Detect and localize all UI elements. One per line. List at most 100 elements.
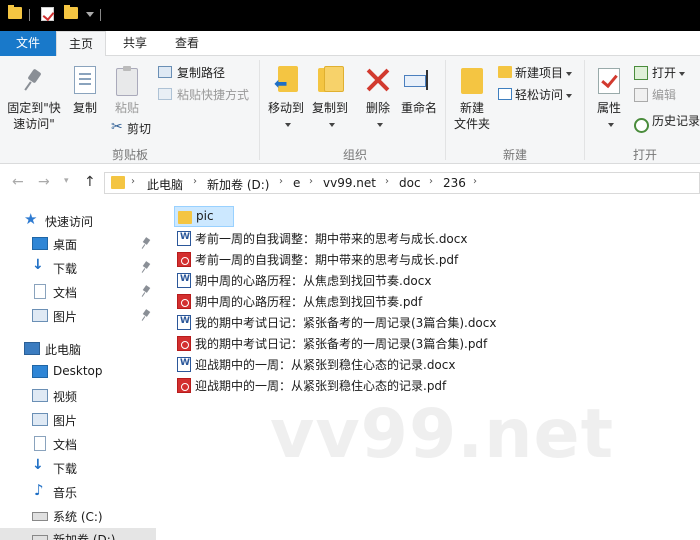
- cut-button[interactable]: 剪切: [127, 120, 151, 137]
- pin-icon[interactable]: [142, 286, 150, 296]
- delete-button[interactable]: 删除: [360, 100, 396, 132]
- computer-icon: [24, 342, 40, 355]
- easy-access-label: 轻松访问: [515, 88, 564, 102]
- tab-view[interactable]: 查看: [162, 31, 212, 56]
- copy-to-button[interactable]: 复制到: [308, 100, 352, 132]
- nav-videos[interactable]: 视频: [0, 385, 156, 407]
- folder-icon: [8, 5, 22, 19]
- nav-label: 文档: [53, 286, 78, 300]
- clipboard-group-label: 剪贴板: [111, 148, 148, 162]
- nav-label: 图片: [53, 414, 78, 428]
- pin-icon[interactable]: [142, 310, 150, 320]
- recent-locations-icon[interactable]: ▾: [64, 176, 69, 186]
- desktop-icon: [32, 237, 48, 250]
- breadcrumb-236[interactable]: 236: [443, 176, 466, 190]
- pin-icon[interactable]: [142, 262, 150, 272]
- copy-to-label: 复制到: [311, 101, 348, 115]
- rename-icon: [404, 68, 432, 92]
- nav-downloads[interactable]: ↓ 下载: [0, 257, 156, 279]
- customize-toolbar-icon[interactable]: [86, 12, 94, 17]
- title-bar: [0, 0, 700, 31]
- back-icon[interactable]: ←: [12, 174, 24, 190]
- nav-documents[interactable]: 文档: [0, 281, 156, 303]
- new-folder-icon[interactable]: [64, 5, 78, 19]
- nav-drive-c[interactable]: 系统 (C:): [0, 505, 156, 527]
- nav-quick-access[interactable]: ★ 快速访问: [0, 210, 156, 232]
- copy-icon: [74, 66, 96, 94]
- new-item-button[interactable]: 新建项目: [515, 64, 573, 81]
- forward-icon[interactable]: →: [38, 174, 50, 190]
- document-icon: [34, 436, 46, 451]
- separator: [584, 60, 585, 160]
- tab-file[interactable]: 文件: [0, 31, 56, 56]
- easy-access-button[interactable]: 轻松访问: [515, 86, 573, 103]
- chevron-right-icon[interactable]: ›: [193, 176, 197, 187]
- tab-home[interactable]: 主页: [56, 31, 106, 57]
- properties-label: 属性: [596, 101, 621, 115]
- open-label: 打开: [652, 66, 677, 80]
- move-to-button[interactable]: 移动到: [264, 100, 308, 132]
- rename-button[interactable]: 重命名: [398, 100, 440, 116]
- chevron-right-icon[interactable]: ›: [473, 176, 477, 187]
- open-button[interactable]: 打开: [652, 64, 686, 81]
- copy-to-icon: [318, 66, 344, 94]
- chevron-right-icon[interactable]: ›: [309, 176, 313, 187]
- history-button[interactable]: 历史记录: [652, 112, 700, 129]
- tab-share[interactable]: 共享: [110, 31, 160, 56]
- copy-path-button[interactable]: 复制路径: [177, 64, 225, 81]
- word-document-icon: [177, 357, 191, 372]
- nav-pictures[interactable]: 图片: [0, 305, 156, 327]
- breadcrumb-doc[interactable]: doc: [399, 176, 421, 190]
- edit-button[interactable]: 编辑: [652, 86, 676, 103]
- new-folder-label-line2: 文件夹: [453, 117, 490, 131]
- nav-drive-d[interactable]: 新加卷 (D:): [0, 528, 156, 540]
- address-row: ← → ▾ ↑ › 此电脑 › 新加卷 (D:) › e › vv99.net …: [0, 164, 700, 200]
- new-item-icon: [498, 66, 512, 78]
- pin-label-line1: 固定到"快: [7, 101, 61, 115]
- history-icon: [634, 118, 649, 133]
- file-name: 考前一周的自我调整：期中带来的思考与成长.docx: [195, 232, 468, 246]
- properties-button[interactable]: 属性: [590, 100, 628, 132]
- nav-desktop[interactable]: 桌面: [0, 233, 156, 255]
- copy-button[interactable]: 复制: [68, 100, 102, 116]
- file-list: pic 考前一周的自我调整：期中带来的思考与成长.docx 考前一周的自我调整：…: [156, 200, 700, 540]
- chevron-right-icon[interactable]: ›: [385, 176, 389, 187]
- nav-pc-desktop[interactable]: Desktop: [0, 361, 156, 383]
- breadcrumb-this-pc[interactable]: 此电脑: [147, 176, 183, 193]
- paste-shortcut-button[interactable]: 粘贴快捷方式: [177, 86, 249, 103]
- new-folder-label-line1: 新建: [459, 101, 484, 115]
- chevron-down-icon: [328, 122, 335, 127]
- address-bar[interactable]: › 此电脑 › 新加卷 (D:) › e › vv99.net › doc › …: [104, 172, 700, 194]
- pin-icon[interactable]: [142, 238, 150, 248]
- watermark: vv99.net: [270, 395, 615, 474]
- nav-music[interactable]: ♪ 音乐: [0, 481, 156, 503]
- pdf-icon: [177, 378, 191, 393]
- new-folder-button[interactable]: 新建 文件夹: [450, 100, 494, 132]
- desktop-icon: [32, 365, 48, 378]
- nav-pc-pictures[interactable]: 图片: [0, 409, 156, 431]
- up-icon[interactable]: ↑: [84, 174, 96, 190]
- pin-quick-access-button[interactable]: 固定到"快 速访问": [4, 100, 64, 132]
- nav-label: 此电脑: [45, 343, 82, 357]
- breadcrumb-vv99[interactable]: vv99.net: [323, 176, 376, 190]
- nav-pc-documents[interactable]: 文档: [0, 433, 156, 455]
- paste-shortcut-icon: [158, 88, 172, 100]
- chevron-right-icon[interactable]: ›: [279, 176, 283, 187]
- nav-pc-downloads[interactable]: ↓ 下载: [0, 457, 156, 479]
- properties-icon[interactable]: [41, 7, 54, 21]
- file-name: 我的期中考试日记：紧张备考的一周记录(3篇合集).docx: [195, 316, 497, 330]
- chevron-right-icon[interactable]: ›: [429, 176, 433, 187]
- drive-icon: [32, 535, 48, 540]
- breadcrumb-e[interactable]: e: [293, 176, 300, 190]
- chevron-right-icon[interactable]: ›: [131, 176, 135, 187]
- nav-label: 视频: [53, 390, 78, 404]
- breadcrumb-drive-d[interactable]: 新加卷 (D:): [207, 176, 269, 193]
- new-item-label: 新建项目: [515, 66, 564, 80]
- chevron-down-icon: [284, 122, 291, 127]
- open-group-label: 打开: [632, 148, 657, 162]
- paste-button[interactable]: 粘贴: [109, 100, 145, 116]
- folder-icon: [178, 211, 192, 224]
- nav-this-pc[interactable]: 此电脑: [0, 338, 156, 360]
- list-item-folder[interactable]: pic: [174, 206, 234, 227]
- document-icon: [34, 284, 46, 299]
